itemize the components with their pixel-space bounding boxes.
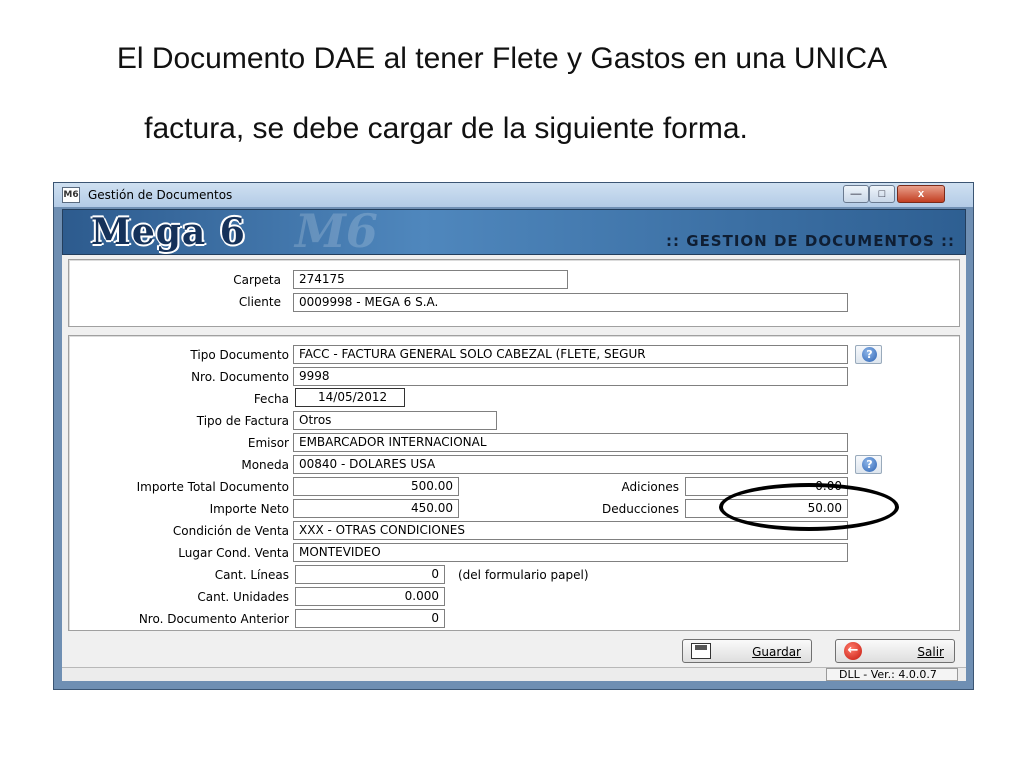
carpeta-field[interactable]: 274175 — [293, 270, 568, 289]
exit-button-label: Salir — [917, 645, 944, 659]
importe-total-field[interactable]: 500.00 — [293, 477, 459, 496]
brand-logo: Mega 6 — [91, 211, 246, 253]
cant-unidades-label: Cant. Unidades — [197, 590, 289, 604]
nro-doc-anterior-label: Nro. Documento Anterior — [138, 612, 289, 626]
cant-lineas-label: Cant. Líneas — [214, 568, 289, 582]
emisor-label: Emisor — [247, 436, 289, 450]
moneda-field[interactable]: 00840 - DOLARES USA — [293, 455, 848, 474]
slide-title-line1: El Documento DAE al tener Flete y Gastos… — [116, 42, 888, 75]
nro-documento-label: Nro. Documento — [191, 370, 289, 384]
minimize-button[interactable]: — — [843, 185, 869, 203]
help-icon: ? — [862, 347, 877, 362]
condicion-venta-label: Condición de Venta — [172, 524, 289, 538]
window-title: Gestión de Documentos — [88, 188, 233, 202]
maximize-button[interactable]: □ — [869, 185, 895, 203]
tipo-factura-field[interactable]: Otros — [293, 411, 497, 430]
header-panel: Carpeta 274175 Cliente 0009998 - MEGA 6 … — [68, 259, 960, 327]
app-icon: M6 — [62, 187, 80, 203]
importe-neto-field[interactable]: 450.00 — [293, 499, 459, 518]
cant-unidades-field[interactable]: 0.000 — [295, 587, 445, 606]
adiciones-label: Adiciones — [621, 480, 679, 494]
moneda-help-button[interactable]: ? — [855, 455, 882, 474]
version-status: DLL - Ver.: 4.0.0.7 — [826, 668, 958, 681]
fecha-field[interactable]: 14/05/2012 — [295, 388, 405, 407]
window-titlebar[interactable]: M6 Gestión de Documentos — □ x — [54, 183, 973, 207]
brand-watermark: M6 — [295, 204, 378, 258]
document-panel: Tipo Documento FACC - FACTURA GENERAL SO… — [68, 335, 960, 631]
exit-button[interactable]: ← Salir — [835, 639, 955, 663]
save-button-label: Guardar — [752, 645, 801, 659]
help-icon: ? — [862, 457, 877, 472]
close-button[interactable]: x — [897, 185, 945, 203]
status-bar: DLL - Ver.: 4.0.0.7 — [62, 667, 966, 681]
tipo-documento-field[interactable]: FACC - FACTURA GENERAL SOLO CABEZAL (FLE… — [293, 345, 848, 364]
app-window: M6 Gestión de Documentos — □ x Mega 6 M6… — [53, 182, 974, 690]
cliente-label: Cliente — [238, 295, 281, 309]
importe-neto-label: Importe Neto — [209, 502, 289, 516]
emisor-field[interactable]: EMBARCADOR INTERNACIONAL — [293, 433, 848, 452]
deducciones-highlight-ellipse — [719, 483, 899, 531]
slide-title-line2: factura, se debe cargar de la siguiente … — [144, 112, 748, 145]
cant-lineas-field[interactable]: 0 — [295, 565, 445, 584]
app-banner: Mega 6 M6 :: GESTION DE DOCUMENTOS :: — [62, 204, 966, 258]
tipo-factura-label: Tipo de Factura — [196, 414, 289, 428]
nro-doc-anterior-field[interactable]: 0 — [295, 609, 445, 628]
cliente-field[interactable]: 0009998 - MEGA 6 S.A. — [293, 293, 848, 312]
carpeta-label: Carpeta — [233, 273, 281, 287]
cant-lineas-note: (del formulario papel) — [458, 568, 589, 582]
lugar-cond-venta-label: Lugar Cond. Venta — [178, 546, 289, 560]
importe-total-label: Importe Total Documento — [136, 480, 289, 494]
tipo-documento-label: Tipo Documento — [190, 348, 289, 362]
fecha-label: Fecha — [253, 392, 289, 406]
lugar-cond-venta-field[interactable]: MONTEVIDEO — [293, 543, 848, 562]
moneda-label: Moneda — [241, 458, 289, 472]
section-heading: :: GESTION DE DOCUMENTOS :: — [666, 232, 955, 250]
client-area: Carpeta 274175 Cliente 0009998 - MEGA 6 … — [62, 255, 966, 681]
tipo-documento-help-button[interactable]: ? — [855, 345, 882, 364]
deducciones-label: Deducciones — [602, 502, 679, 516]
nro-documento-field[interactable]: 9998 — [293, 367, 848, 386]
save-button[interactable]: Guardar — [682, 639, 812, 663]
